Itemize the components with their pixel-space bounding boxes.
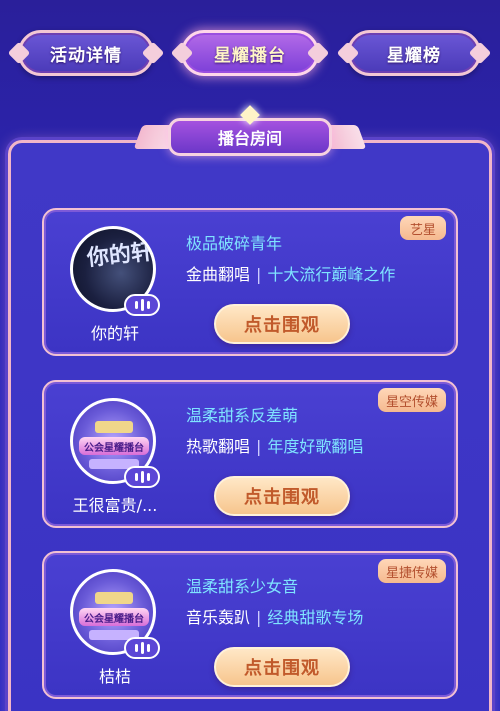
streamer-name: 王很富贵/... — [72, 496, 158, 515]
streamer-name: 你的轩 — [90, 324, 139, 343]
agency-tag: 艺星 — [399, 216, 446, 240]
avatar[interactable]: 你的轩 — [70, 226, 160, 316]
audio-wave-icon — [124, 466, 160, 488]
room-subline: 金曲翻唱 | 十大流行巅峰之作 — [186, 261, 395, 285]
watch-button[interactable]: 点击围观 — [214, 304, 350, 344]
avatar-text: 公会星耀播台 — [79, 608, 149, 626]
separator: | — [256, 265, 262, 284]
room-slogan: 年度好歌翻唱 — [267, 437, 364, 456]
avatar-text: 你的轩 — [85, 239, 155, 272]
agency-tag: 星捷传媒 — [377, 559, 446, 583]
badge-crown-decoration — [95, 421, 133, 433]
room-headline: 极品破碎青年 — [186, 234, 283, 253]
room-headline: 温柔甜系反差萌 — [186, 406, 299, 425]
room-category: 金曲翻唱 — [186, 265, 251, 284]
avatar[interactable]: 公会星耀播台 — [70, 569, 160, 659]
room-card[interactable]: 星空传媒 公会星耀播台 王很富贵/... 温柔甜系反差萌 热歌翻唱 | 年度好歌翻唱… — [42, 380, 458, 528]
avatar[interactable]: 公会星耀播台 — [70, 398, 160, 488]
watch-button[interactable]: 点击围观 — [214, 476, 350, 516]
room-slogan: 十大流行巅峰之作 — [267, 265, 396, 284]
watch-button[interactable]: 点击围观 — [214, 647, 350, 687]
top-tab-bar: 活动详情 星耀播台 星耀榜 — [0, 22, 500, 84]
tab-activity-details[interactable]: 活动详情 — [18, 30, 154, 76]
agency-tag: 星空传媒 — [377, 388, 446, 412]
separator: | — [256, 608, 262, 627]
tab-star-stage[interactable]: 星耀播台 — [181, 30, 319, 76]
room-category: 热歌翻唱 — [186, 437, 251, 456]
audio-wave-icon — [124, 637, 160, 659]
room-category: 音乐轰趴 — [186, 608, 251, 627]
room-slogan: 经典甜歌专场 — [267, 608, 364, 627]
audio-wave-icon — [124, 294, 160, 316]
room-card[interactable]: 星捷传媒 公会星耀播台 桔桔 温柔甜系少女音 音乐轰趴 | 经典甜歌专场 点击围观 — [42, 551, 458, 699]
separator: | — [256, 437, 262, 456]
badge-crown-decoration — [95, 592, 133, 604]
room-subline: 音乐轰趴 | 经典甜歌专场 — [186, 604, 363, 628]
avatar-text: 公会星耀播台 — [79, 437, 149, 455]
room-subline: 热歌翻唱 | 年度好歌翻唱 — [186, 433, 363, 457]
streamer-name: 桔桔 — [98, 667, 131, 686]
tab-star-ranking[interactable]: 星耀榜 — [347, 30, 481, 76]
room-headline: 温柔甜系少女音 — [186, 577, 299, 596]
room-card[interactable]: 艺星 你的轩 你的轩 极品破碎青年 金曲翻唱 | 十大流行巅峰之作 点击围观 — [42, 208, 458, 356]
